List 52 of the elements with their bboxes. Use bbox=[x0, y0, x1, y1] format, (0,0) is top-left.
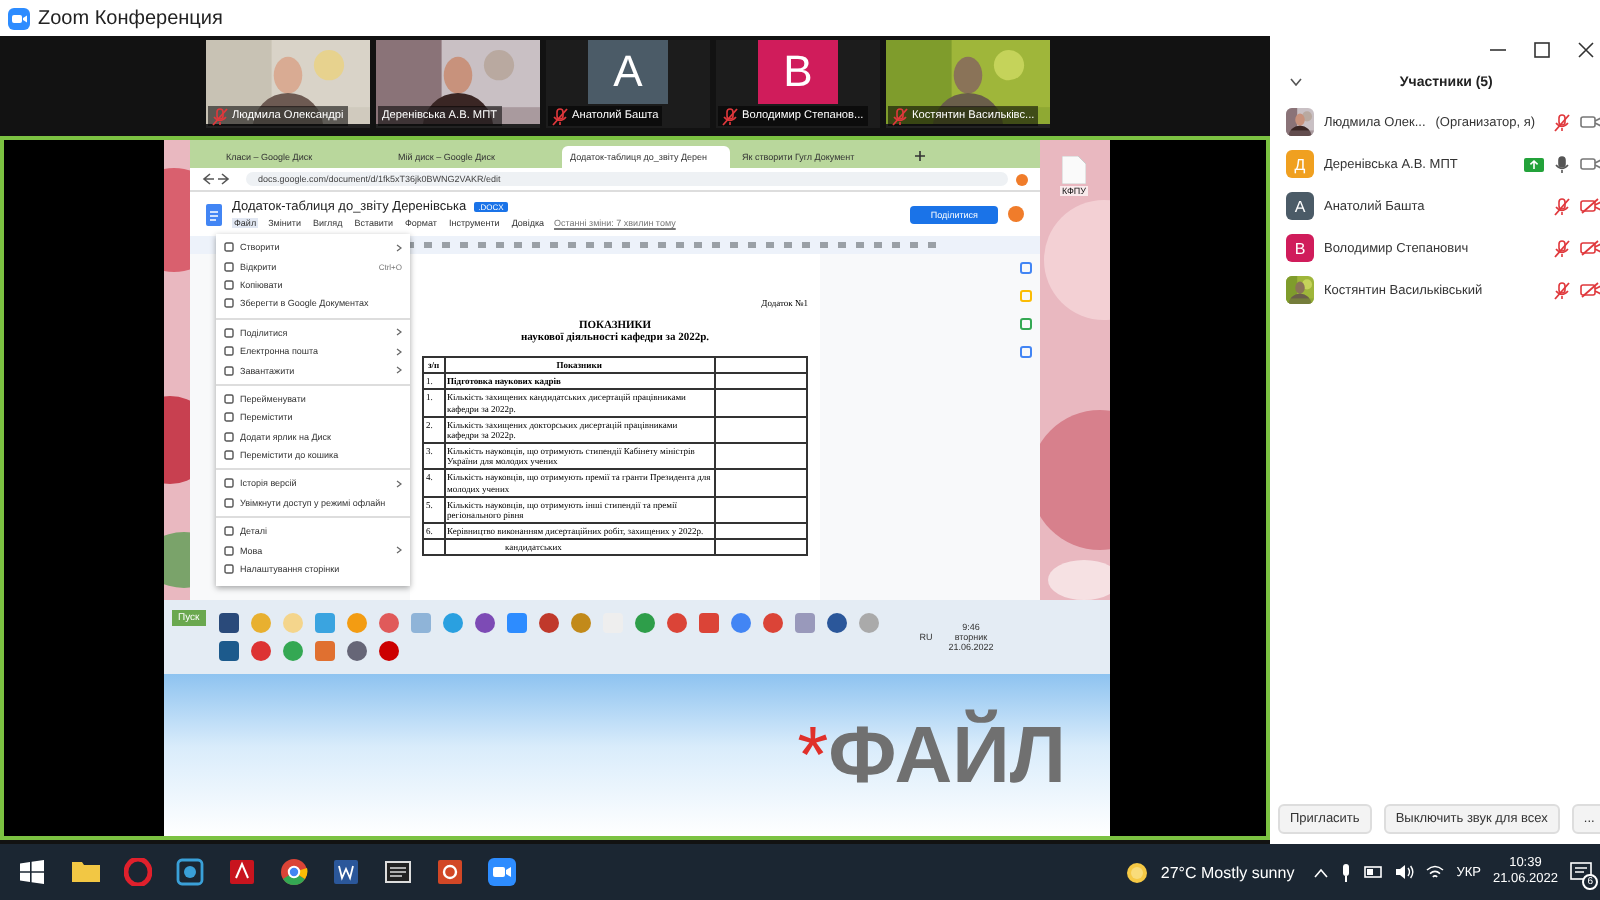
side-panel-icon[interactable] bbox=[1020, 318, 1032, 330]
asterisk-mark: * bbox=[797, 715, 829, 795]
side-panel-icon[interactable] bbox=[1020, 346, 1032, 358]
weather-text: 27°C Mostly sunny bbox=[1160, 863, 1295, 881]
app-icon[interactable] bbox=[217, 612, 240, 634]
notification-icon[interactable] bbox=[1570, 862, 1592, 882]
video-camera-icon[interactable] bbox=[488, 858, 516, 886]
mic-off-icon[interactable] bbox=[1554, 113, 1571, 131]
camera-icon[interactable] bbox=[1580, 114, 1600, 130]
camera-off-icon[interactable] bbox=[1580, 282, 1600, 298]
mic-icon[interactable] bbox=[1554, 155, 1571, 173]
camera-off-icon[interactable] bbox=[1580, 198, 1600, 214]
mic-icon[interactable] bbox=[1340, 863, 1353, 881]
chevron-up-icon[interactable] bbox=[1314, 867, 1329, 877]
app-icon[interactable] bbox=[217, 640, 240, 662]
profile-avatar-icon[interactable] bbox=[1008, 206, 1024, 222]
avatar: B bbox=[758, 40, 838, 104]
app-icon[interactable] bbox=[176, 858, 204, 886]
app-icon[interactable] bbox=[697, 612, 720, 634]
side-panel-icon[interactable] bbox=[1020, 262, 1032, 274]
plus-icon[interactable] bbox=[914, 150, 926, 162]
maximize-icon[interactable] bbox=[1534, 42, 1551, 58]
app-icon[interactable] bbox=[665, 612, 688, 634]
archive-icon[interactable] bbox=[384, 858, 412, 886]
app-icon[interactable] bbox=[473, 612, 496, 634]
camera-icon[interactable] bbox=[1580, 156, 1600, 172]
sun-icon bbox=[1126, 861, 1149, 883]
mic-off-icon[interactable] bbox=[1554, 281, 1571, 299]
mic-off-icon[interactable] bbox=[1554, 239, 1571, 257]
battery-icon[interactable] bbox=[1364, 866, 1385, 878]
window-title: Zoom Конференция bbox=[38, 7, 223, 29]
app-icon[interactable] bbox=[345, 640, 368, 662]
zoom-logo-icon bbox=[8, 7, 30, 29]
close-icon[interactable] bbox=[1578, 42, 1595, 58]
app-icon[interactable] bbox=[249, 640, 272, 662]
app-icon[interactable] bbox=[761, 612, 784, 634]
document-icon bbox=[206, 203, 222, 225]
speaker-icon[interactable] bbox=[1396, 864, 1415, 880]
app-icon[interactable] bbox=[825, 612, 848, 634]
app-icon[interactable] bbox=[377, 640, 400, 662]
mic-off-icon[interactable] bbox=[1554, 197, 1571, 215]
start-icon[interactable] bbox=[20, 860, 44, 884]
avatar: A bbox=[1286, 192, 1314, 220]
camera-off-icon[interactable] bbox=[1580, 240, 1600, 256]
avatar: B bbox=[1286, 234, 1314, 262]
app-icon[interactable] bbox=[537, 612, 560, 634]
wifi-icon[interactable] bbox=[1426, 864, 1445, 880]
avatar: Д bbox=[1286, 150, 1314, 178]
profile-avatar-icon[interactable] bbox=[1016, 173, 1028, 185]
avatar: A bbox=[588, 40, 668, 104]
folder-icon[interactable] bbox=[72, 858, 100, 886]
chevron-icon[interactable] bbox=[1290, 78, 1302, 86]
